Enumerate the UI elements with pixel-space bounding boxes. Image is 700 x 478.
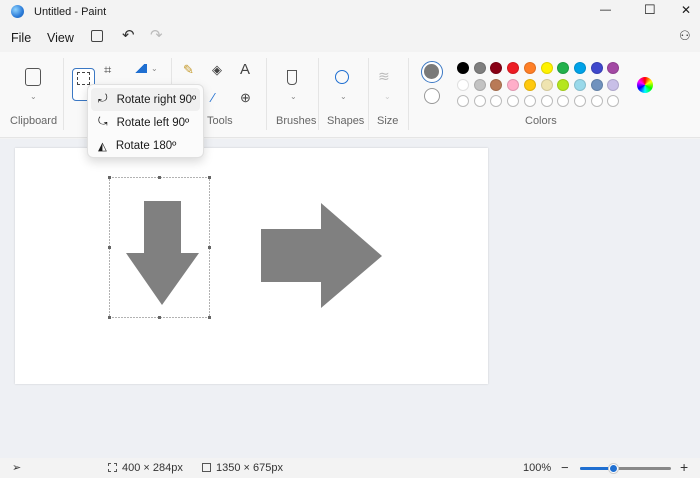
status-bar: ➢ 400 × 284px 1350 × 675px 100% − +: [0, 458, 700, 478]
maximize-button[interactable]: ☐: [644, 2, 656, 18]
group-label-shapes: Shapes: [327, 115, 365, 127]
color-swatch[interactable]: [490, 62, 503, 74]
color-swatch[interactable]: [607, 62, 620, 74]
zoom-slider[interactable]: [580, 464, 671, 473]
zoom-in-button[interactable]: +: [680, 459, 688, 475]
custom-color-slot[interactable]: [557, 95, 570, 108]
color-swatch[interactable]: [457, 62, 469, 74]
pencil-icon[interactable]: ✎: [183, 62, 194, 78]
custom-color-slot[interactable]: [523, 95, 536, 108]
crop-icon[interactable]: ⌗: [104, 62, 111, 78]
drawing-canvas[interactable]: [15, 148, 488, 384]
selection-size-icon: [108, 463, 117, 472]
custom-color-slot[interactable]: [490, 95, 503, 108]
color-swatch[interactable]: [507, 78, 520, 91]
color-swatch[interactable]: [490, 78, 503, 91]
color-swatch[interactable]: [540, 62, 553, 74]
account-icon[interactable]: ⚇: [679, 28, 691, 44]
group-label-size: Size: [377, 115, 399, 127]
minimize-button[interactable]: —: [600, 4, 611, 16]
color-swatch[interactable]: [473, 62, 486, 74]
rotate-menu: ⤾ Rotate right 90º ⤿ Rotate left 90º ◭ Rota…: [87, 84, 204, 158]
paint-app-icon: [11, 5, 24, 18]
right-arrow-shape[interactable]: [261, 203, 382, 308]
undo-icon[interactable]: ↶: [122, 26, 135, 44]
size-icon[interactable]: ≋: [378, 68, 390, 85]
fill-icon[interactable]: ◈: [212, 62, 222, 78]
chevron-down-icon[interactable]: ⌄: [384, 92, 391, 101]
edit-colors-icon[interactable]: [637, 77, 653, 93]
magnifier-icon[interactable]: ⊕: [240, 90, 251, 106]
primary-color[interactable]: [421, 61, 443, 83]
rotate-180-icon: ◭: [98, 140, 107, 153]
chevron-down-icon[interactable]: ⌄: [30, 92, 37, 101]
brush-icon[interactable]: [287, 70, 297, 85]
group-label-colors: Colors: [525, 115, 557, 127]
menu-bar: File View ↶ ↷ ⚇: [0, 24, 700, 50]
canvas-size-icon: [202, 463, 211, 472]
down-arrow-shape[interactable]: [126, 201, 199, 305]
window-title: Untitled - Paint: [34, 6, 107, 18]
group-label-tools: Tools: [207, 115, 233, 127]
custom-color-slot[interactable]: [540, 95, 553, 108]
redo-icon[interactable]: ↷: [150, 26, 163, 44]
color-swatch[interactable]: [590, 62, 603, 74]
selection-size: 400 × 284px: [122, 462, 183, 474]
rotate-180-item[interactable]: ◭ Rotate 180º: [91, 134, 200, 157]
zoom-slider-thumb[interactable]: [608, 464, 618, 473]
chevron-down-icon[interactable]: ⌄: [340, 92, 347, 101]
rotate-left-icon: ⤿: [98, 116, 108, 128]
color-swatch[interactable]: [573, 78, 586, 91]
rotate-right-90-item[interactable]: ⤾ Rotate right 90º: [91, 88, 200, 111]
canvas-size: 1350 × 675px: [216, 462, 283, 474]
custom-color-slot[interactable]: [590, 95, 603, 108]
zoom-out-button[interactable]: −: [561, 460, 569, 475]
chevron-down-icon[interactable]: ⌄: [290, 92, 297, 101]
rotate-right-icon: ⤾: [98, 93, 108, 105]
close-button[interactable]: ✕: [681, 3, 691, 17]
text-icon[interactable]: A: [240, 61, 250, 78]
color-swatch[interactable]: [607, 78, 620, 91]
secondary-color[interactable]: [424, 88, 440, 104]
color-swatch[interactable]: [557, 62, 570, 74]
color-picker-icon[interactable]: ⁄: [212, 90, 214, 105]
menu-view[interactable]: View: [47, 31, 74, 45]
custom-color-slot[interactable]: [457, 95, 469, 108]
color-swatch[interactable]: [523, 62, 536, 74]
custom-color-slot[interactable]: [573, 95, 586, 108]
group-label-brushes: Brushes: [276, 115, 317, 127]
workspace: [0, 139, 700, 458]
color-swatch[interactable]: [507, 62, 520, 74]
save-icon[interactable]: [91, 30, 103, 42]
color-swatch[interactable]: [557, 78, 570, 91]
pointer-icon: ➢: [12, 462, 22, 474]
menu-file[interactable]: File: [11, 31, 31, 45]
color-swatch[interactable]: [457, 78, 469, 91]
group-label-clipboard: Clipboard: [10, 115, 58, 127]
zoom-level: 100%: [523, 462, 552, 474]
title-bar: Untitled - Paint — ☐ ✕: [0, 0, 700, 24]
selection-icon: [77, 72, 90, 85]
color-swatch[interactable]: [540, 78, 553, 91]
rotate-chevron-icon[interactable]: ⌄: [151, 64, 158, 73]
color-swatch[interactable]: [590, 78, 603, 91]
custom-color-slot[interactable]: [473, 95, 486, 108]
rotate-icon[interactable]: [133, 64, 147, 73]
color-swatch[interactable]: [523, 78, 536, 91]
rotate-left-90-item[interactable]: ⤿ Rotate left 90º: [91, 111, 200, 134]
color-swatch[interactable]: [473, 78, 486, 91]
custom-color-slot[interactable]: [507, 95, 520, 108]
custom-color-slot[interactable]: [607, 95, 620, 108]
shapes-icon[interactable]: [335, 70, 349, 84]
color-swatch[interactable]: [573, 62, 586, 74]
paste-icon[interactable]: [25, 68, 41, 86]
